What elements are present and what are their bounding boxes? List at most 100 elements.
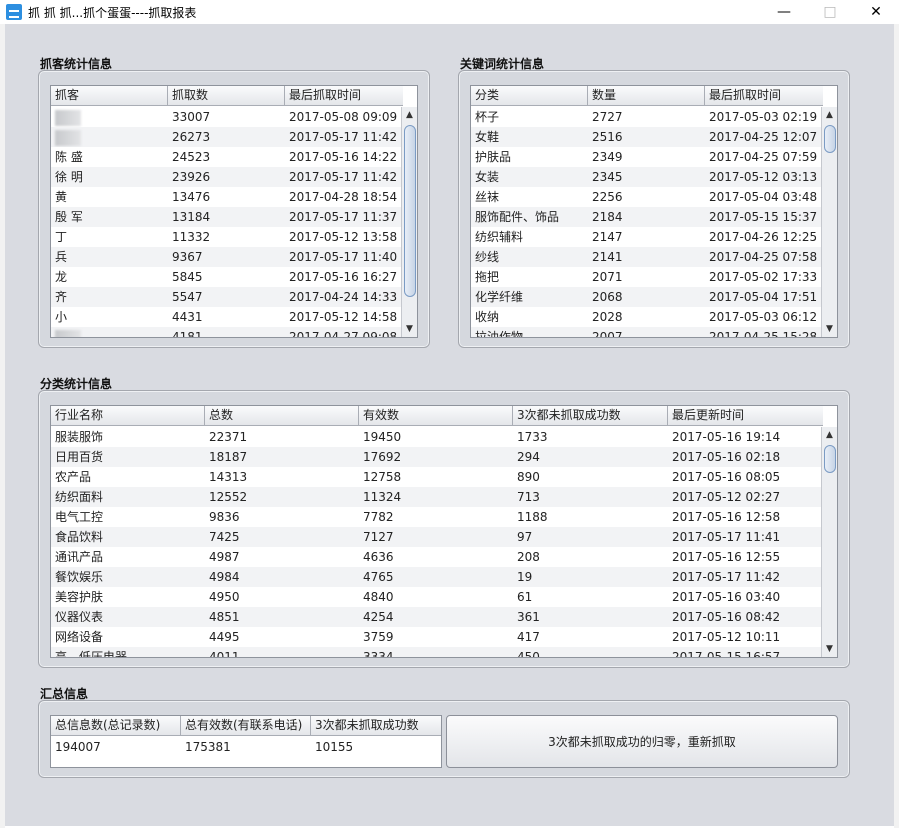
table-row[interactable]: 农产品 14313 12758 890 2017-05-16 08:05 <box>51 467 823 487</box>
scroll-up-arrow-icon[interactable]: ▲ <box>822 107 837 123</box>
scroll-thumb[interactable] <box>404 125 416 297</box>
table-cell: 通讯产品 <box>55 550 104 564</box>
table-row[interactable]: 仪器仪表 4851 4254 361 2017-05-16 08:42 <box>51 607 823 627</box>
table-row[interactable]: 纱线 2141 2017-04-25 07:58 <box>471 247 823 267</box>
table-cell: 2017-05-08 09:09 <box>289 110 398 124</box>
column-header-industry[interactable]: 行业名称 <box>51 406 205 426</box>
table-cell: 13476 <box>172 190 211 204</box>
crawler-table[interactable]: 抓客 抓取数 最后抓取时间 33007 2017-05-08 09:09 2627… <box>50 85 418 338</box>
scroll-down-arrow-icon[interactable]: ▼ <box>822 641 837 657</box>
title-bar: 抓 抓 抓...抓个蛋蛋----抓取报表 — □ ✕ <box>0 0 899 24</box>
column-header-last-time[interactable]: 最后抓取时间 <box>285 86 403 106</box>
column-header-crawler[interactable]: 抓客 <box>51 86 168 106</box>
category-table[interactable]: 行业名称 总数 有效数 3次都未抓取成功数 最后更新时间 服装服饰 22371 19… <box>50 405 838 658</box>
table-row[interactable]: 兵 9367 2017-05-17 11:40 <box>51 247 403 267</box>
table-row[interactable]: 美容护肤 4950 4840 61 2017-05-16 03:40 <box>51 587 823 607</box>
table-row[interactable]: 拉油作物 2007 2017-04-25 15:28 <box>471 327 823 338</box>
table-row[interactable]: 殷 军 13184 2017-05-17 11:37 <box>51 207 403 227</box>
scroll-thumb[interactable] <box>824 445 836 473</box>
table-row[interactable]: 丝袜 2256 2017-05-04 03:48 <box>471 187 823 207</box>
table-row[interactable]: 高、低压电器 4011 3334 450 2017-05-15 16:57 <box>51 647 823 658</box>
column-header-quantity[interactable]: 数量 <box>588 86 705 106</box>
table-cell: 17692 <box>363 450 402 464</box>
table-cell: 361 <box>517 610 540 624</box>
table-cell: 齐 <box>55 290 68 304</box>
table-row[interactable]: 龙 5845 2017-05-16 16:27 <box>51 267 403 287</box>
table-row[interactable]: 徐 明 23926 2017-05-17 11:42 <box>51 167 403 187</box>
column-header-total-valid[interactable]: 总有效数(有联系电话) <box>181 716 311 736</box>
keyword-vertical-scrollbar[interactable]: ▲ ▼ <box>821 107 837 337</box>
table-row[interactable]: 餐饮娱乐 4984 4765 19 2017-05-17 11:42 <box>51 567 823 587</box>
table-cell: 294 <box>517 450 540 464</box>
table-cell: 14313 <box>209 470 248 484</box>
table-row[interactable]: 齐 5547 2017-04-24 14:33 <box>51 287 403 307</box>
crawler-vertical-scrollbar[interactable]: ▲ ▼ <box>401 107 417 337</box>
table-cell: 2017-05-16 14:22 <box>289 150 398 164</box>
table-row[interactable]: 拖把 2071 2017-05-02 17:33 <box>471 267 823 287</box>
column-header-total[interactable]: 总数 <box>205 406 359 426</box>
column-header-total-failed[interactable]: 3次都未抓取成功数 <box>311 716 441 736</box>
column-header-total-records[interactable]: 总信息数(总记录数) <box>51 716 181 736</box>
table-row[interactable]: 服饰配件、饰品 2184 2017-05-15 15:37 <box>471 207 823 227</box>
table-cell: 服装服饰 <box>55 430 104 444</box>
table-cell: 2147 <box>592 230 623 244</box>
table-row[interactable]: 护肤品 2349 2017-04-25 07:59 <box>471 147 823 167</box>
scroll-down-arrow-icon[interactable]: ▼ <box>822 321 837 337</box>
table-row[interactable]: 电气工控 9836 7782 1188 2017-05-16 12:58 <box>51 507 823 527</box>
table-row[interactable]: 收纳 2028 2017-05-03 06:12 <box>471 307 823 327</box>
close-button[interactable]: ✕ <box>853 0 899 24</box>
table-row[interactable]: 26273 2017-05-17 11:42 <box>51 127 403 147</box>
table-cell: 杯子 <box>475 110 500 124</box>
table-row[interactable]: 纺织面料 12552 11324 713 2017-05-12 02:27 <box>51 487 823 507</box>
table-cell: 2017-04-26 12:25 <box>709 230 818 244</box>
column-header-last-time[interactable]: 最后抓取时间 <box>705 86 823 106</box>
table-cell: 2256 <box>592 190 623 204</box>
minimize-button[interactable]: — <box>761 0 807 24</box>
table-cell: 2007 <box>592 330 623 338</box>
keyword-table[interactable]: 分类 数量 最后抓取时间 杯子 2727 2017-05-03 02:19 女鞋 25… <box>470 85 838 338</box>
table-row[interactable]: 通讯产品 4987 4636 208 2017-05-16 12:55 <box>51 547 823 567</box>
table-cell: 2068 <box>592 290 623 304</box>
table-row[interactable]: 纺织辅料 2147 2017-04-26 12:25 <box>471 227 823 247</box>
table-row[interactable]: 女装 2345 2017-05-12 03:13 <box>471 167 823 187</box>
table-row[interactable]: 化学纤维 2068 2017-05-04 17:51 <box>471 287 823 307</box>
table-cell: 23926 <box>172 170 211 184</box>
table-row[interactable]: 33007 2017-05-08 09:09 <box>51 107 403 127</box>
reset-failed-button[interactable]: 3次都未抓取成功的归零，重新抓取 <box>446 715 838 768</box>
table-row[interactable]: 食品饮料 7425 7127 97 2017-05-17 11:41 <box>51 527 823 547</box>
table-row[interactable]: 黄 13476 2017-04-28 18:54 <box>51 187 403 207</box>
maximize-button[interactable]: □ <box>807 0 853 24</box>
table-row[interactable]: 女鞋 2516 2017-04-25 12:07 <box>471 127 823 147</box>
column-header-last-update[interactable]: 最后更新时间 <box>668 406 823 426</box>
table-cell: 2017-05-17 11:42 <box>672 570 781 584</box>
scroll-up-arrow-icon[interactable]: ▲ <box>402 107 417 123</box>
table-cell: 2345 <box>592 170 623 184</box>
scroll-down-arrow-icon[interactable]: ▼ <box>402 321 417 337</box>
table-row[interactable]: 4181 2017-04-27 09:08 <box>51 327 403 337</box>
table-row[interactable]: 日用百货 18187 17692 294 2017-05-16 02:18 <box>51 447 823 467</box>
table-row[interactable]: 服装服饰 22371 19450 1733 2017-05-16 19:14 <box>51 427 823 447</box>
column-header-valid[interactable]: 有效数 <box>359 406 513 426</box>
table-cell: 1733 <box>517 430 548 444</box>
table-cell: 7425 <box>209 530 240 544</box>
window-right-border <box>894 24 899 828</box>
column-header-count[interactable]: 抓取数 <box>168 86 285 106</box>
table-row[interactable]: 网络设备 4495 3759 417 2017-05-12 10:11 <box>51 627 823 647</box>
table-cell: 450 <box>517 650 540 658</box>
table-cell: 19450 <box>363 430 402 444</box>
table-row[interactable]: 杯子 2727 2017-05-03 02:19 <box>471 107 823 127</box>
scroll-thumb[interactable] <box>824 125 836 153</box>
table-row[interactable]: 小 4431 2017-05-12 14:58 <box>51 307 403 327</box>
category-vertical-scrollbar[interactable]: ▲ ▼ <box>821 427 837 657</box>
table-row[interactable]: 194007 175381 10155 <box>51 737 441 757</box>
summary-table[interactable]: 总信息数(总记录数) 总有效数(有联系电话) 3次都未抓取成功数 194007 … <box>50 715 442 768</box>
table-cell: 2349 <box>592 150 623 164</box>
table-row[interactable]: 丁 11332 2017-05-12 13:58 <box>51 227 403 247</box>
column-header-failed[interactable]: 3次都未抓取成功数 <box>513 406 668 426</box>
table-cell: 2017-05-17 11:40 <box>289 250 398 264</box>
table-row[interactable]: 陈 盛 24523 2017-05-16 14:22 <box>51 147 403 167</box>
column-header-category[interactable]: 分类 <box>471 86 588 106</box>
table-cell: 黄 <box>55 190 68 204</box>
scroll-up-arrow-icon[interactable]: ▲ <box>822 427 837 443</box>
table-cell: 女鞋 <box>475 130 500 144</box>
